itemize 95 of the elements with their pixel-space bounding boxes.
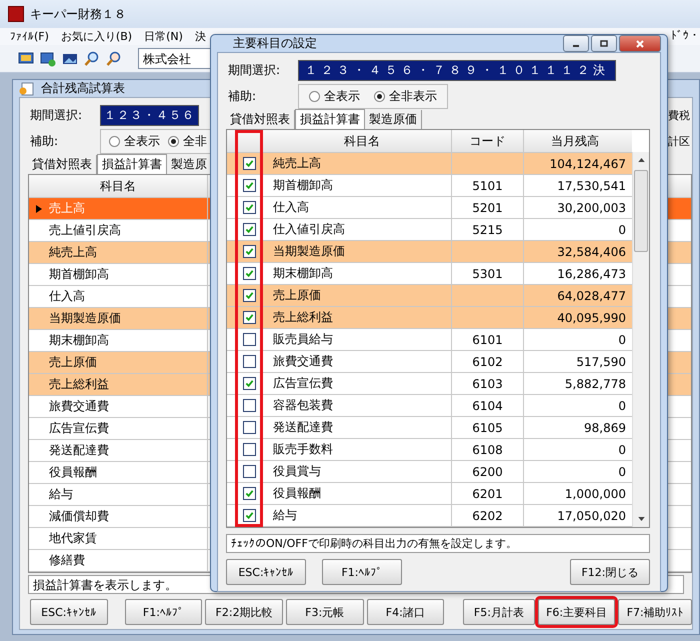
function-button[interactable]: F7:補助ﾘｽﾄ <box>618 599 692 625</box>
table-cell: 6101 <box>452 329 524 350</box>
column-header: 当月残高 <box>550 132 600 150</box>
table-cell-text: 0 <box>617 222 627 238</box>
table-cell: 販売手数料 <box>271 439 452 460</box>
table-cell: 当期製造原価 <box>271 241 452 262</box>
table-cell-text: 0 <box>617 332 627 348</box>
radio-option[interactable]: 全表示 <box>309 88 360 104</box>
function-button[interactable]: ESC:ｷｬﾝｾﾙ <box>30 599 108 625</box>
table-cell-text: 98,869 <box>583 420 627 436</box>
function-button[interactable]: F3:元帳 <box>286 599 364 625</box>
hint-message: ﾁｪｯｸのON/OFFで印刷時の科目出力の有無を設定します。 <box>226 534 650 553</box>
table-cell: 6201 <box>452 483 524 504</box>
table-cell: 容器包装費 <box>271 395 452 416</box>
function-button[interactable]: F2:2期比較 <box>205 599 283 625</box>
table-cell: 5301 <box>452 263 524 284</box>
table-cell-text: 64,028,477 <box>556 288 627 304</box>
function-button[interactable]: F4:諸口 <box>366 599 444 625</box>
menu-item[interactable]: ﾌｧｲﾙ(F) <box>10 30 49 43</box>
window-title: 合計残高試算表 <box>41 80 125 97</box>
menu-item[interactable]: お気に入り(B) <box>60 29 132 44</box>
table-cell[interactable]: 仕入高 <box>29 286 208 307</box>
table-cell: 仕入高 <box>271 197 452 218</box>
table-cell: 6103 <box>452 373 524 394</box>
table-cell: 6104 <box>452 395 524 416</box>
table-cell[interactable]: 期末棚卸高 <box>29 330 208 351</box>
table-cell-text: 0 <box>617 398 627 414</box>
function-button[interactable]: F12:閉じる <box>570 559 650 585</box>
table-cell-text: 5,882,778 <box>564 376 627 392</box>
table-cell: 売上総利益 <box>271 307 452 328</box>
menu-item[interactable]: 日常(N) <box>144 29 183 44</box>
function-button[interactable]: F6:主要科目 <box>538 599 616 625</box>
table-cell[interactable]: 地代家賃 <box>29 528 208 549</box>
column-header: 科目名 <box>29 175 208 197</box>
table-cell: 役員賞与 <box>271 461 452 482</box>
table-cell: 6105 <box>452 417 524 438</box>
table-cell: 6102 <box>452 351 524 372</box>
tab[interactable]: 損益計算書 <box>97 154 167 174</box>
table-cell: 5215 <box>452 219 524 240</box>
menu-item[interactable]: ﾄﾞｳ・ <box>671 29 700 42</box>
function-button[interactable]: F1:ﾍﾙﾌﾟ <box>124 599 202 625</box>
table-cell: 期末棚卸高 <box>271 263 452 284</box>
table-cell: 6202 <box>452 505 524 526</box>
table-cell[interactable]: 期首棚卸高 <box>29 264 208 285</box>
table-cell[interactable]: 役員報酬 <box>29 462 208 483</box>
radio-option[interactable]: 全非表示 <box>374 88 437 104</box>
table-cell: 期首棚卸高 <box>271 175 452 196</box>
table-cell: 給与 <box>271 505 452 526</box>
table-cell-text: 517,590 <box>575 354 627 370</box>
radio-option[interactable]: 全表示 <box>109 132 160 150</box>
table-cell: 純売上高 <box>271 153 452 174</box>
window-title: キーパー財務１８ <box>30 6 126 22</box>
table-cell: 旅費交通費 <box>271 351 452 372</box>
table-cell: 発送配達費 <box>271 417 452 438</box>
tab[interactable]: 損益計算書 <box>295 109 365 129</box>
table-cell: 5101 <box>452 175 524 196</box>
column-header: コード <box>452 130 524 152</box>
aux-label: 補助: <box>29 132 60 150</box>
table-cell[interactable]: 減価償却費 <box>29 506 208 527</box>
table-cell: 売上原価 <box>271 285 452 306</box>
table-cell: 6108 <box>452 439 524 460</box>
period-field[interactable]: １２３・４５６ <box>100 104 199 126</box>
table-cell-text: 17,530,541 <box>556 178 627 194</box>
radio-option[interactable]: 全非 <box>168 132 207 150</box>
table-cell: 仕入値引戻高 <box>271 219 452 240</box>
table-cell[interactable]: 広告宣伝費 <box>29 418 208 439</box>
table-cell: 5201 <box>452 197 524 218</box>
table-cell-text: 0 <box>617 464 627 480</box>
period-field[interactable]: １２３・４５６・７８９・１０１１１２決 <box>298 60 616 80</box>
table-cell: 広告宣伝費 <box>271 373 452 394</box>
table-cell-text: 32,584,406 <box>556 244 627 260</box>
table-cell[interactable]: 発送配達費 <box>29 440 208 461</box>
tax-label: 費税 <box>668 108 690 122</box>
function-button[interactable]: F5:月計表 <box>463 599 535 625</box>
function-button[interactable]: F1:ﾍﾙﾌﾟ <box>322 559 402 585</box>
table-cell-text: 0 <box>617 442 627 458</box>
aux-label: 補助: <box>227 88 258 104</box>
table-cell-text: 30,200,003 <box>556 200 627 216</box>
table-cell[interactable]: 給与 <box>29 484 208 505</box>
menu-item[interactable]: 決 <box>194 29 206 44</box>
table-cell: 役員報酬 <box>271 483 452 504</box>
column-header: 科目名 <box>271 130 452 152</box>
table-cell[interactable]: 旅費交通費 <box>29 396 208 417</box>
table-cell: 販売員給与 <box>271 329 452 350</box>
table-cell-text: 1,000,000 <box>564 486 627 502</box>
table-cell-text: 104,124,467 <box>548 156 627 172</box>
table-cell[interactable]: 売上値引戻高 <box>29 220 208 241</box>
table-cell[interactable]: 修繕費 <box>29 550 208 571</box>
period-label: 期間選択: <box>29 106 84 124</box>
table-cell-text: 40,095,990 <box>556 310 627 326</box>
table-cell-text: 16,286,473 <box>556 266 627 282</box>
table-cell: 6200 <box>452 461 524 482</box>
table-cell-text: 17,050,020 <box>556 508 627 524</box>
total-label: 計区 <box>668 134 690 148</box>
function-button[interactable]: ESC:ｷｬﾝｾﾙ <box>226 559 306 585</box>
